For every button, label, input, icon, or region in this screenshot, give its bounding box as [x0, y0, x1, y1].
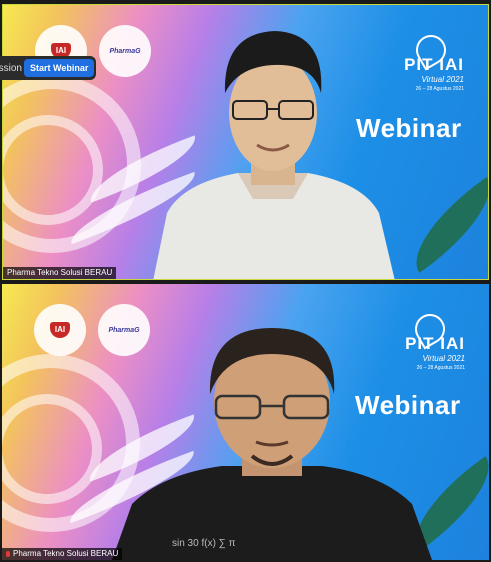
muted-mic-icon: [6, 550, 10, 557]
participant-video: [153, 31, 395, 279]
participant-video: sin 30 f(x) ∑ π: [112, 328, 432, 560]
svg-text:sin 30 f(x) ∑ π: sin 30 f(x) ∑ π: [172, 538, 236, 549]
event-dates: 26 – 28 Agustus 2021: [415, 86, 464, 92]
start-webinar-button[interactable]: Start Webinar: [24, 59, 95, 77]
webinar-session-bar: Session Start Webinar: [0, 56, 96, 80]
event-logo: PIT IAI Virtual 2021 26 – 28 Agustus 202…: [404, 55, 464, 92]
event-subtitle: Virtual 2021: [421, 75, 464, 84]
event-title: PIT IAI: [404, 55, 464, 74]
leaf-decoration: [396, 177, 488, 273]
video-tile-1[interactable]: IAI PharmaG PIT IAI Virtual 2021 26 – 28…: [2, 4, 489, 280]
iai-logo: IAI: [34, 304, 86, 356]
participant-name-label: Pharma Tekno Solusi BERAU: [3, 267, 117, 279]
participant-name-label: Pharma Tekno Solusi BERAU: [2, 548, 123, 560]
video-tile-2[interactable]: IAI PharmaG PIT IAI Virtual 2021 26 – 28…: [2, 284, 489, 560]
session-label: Session: [0, 62, 22, 74]
